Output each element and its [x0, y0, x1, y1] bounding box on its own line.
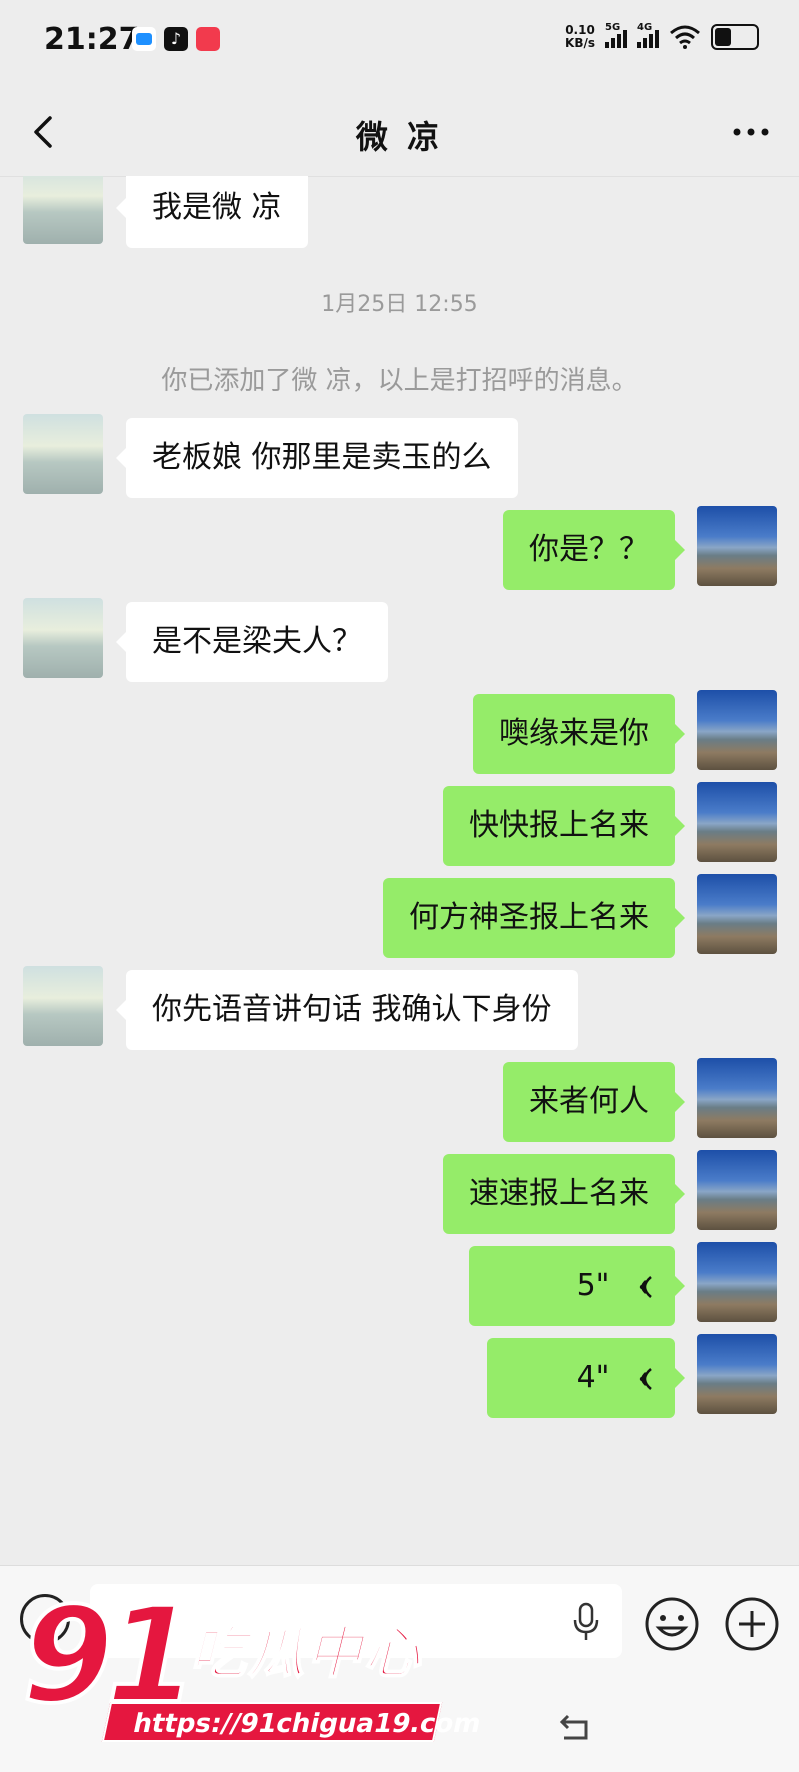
net-speed: 0.10 KB/s [565, 24, 595, 50]
signal-5g-icon: 5G [605, 22, 627, 48]
voice-message-bubble[interactable]: 5" [469, 1246, 685, 1326]
message-list[interactable]: 我是微 凉 1月25日 12:55 你已添加了微 凉，以上是打招呼的消息。 老板… [0, 176, 799, 1565]
status-bar: 21:27 ♪ 0.10 KB/s 5G 4G [0, 0, 799, 90]
status-indicators: 0.10 KB/s 5G 4G [565, 22, 759, 50]
message-row: 你是？？ [0, 506, 799, 594]
signal-4g-icon: 4G [637, 22, 659, 48]
contact-avatar[interactable] [23, 414, 103, 494]
contact-avatar[interactable] [23, 598, 103, 678]
net-speed-unit: KB/s [565, 36, 595, 50]
wifi-icon [670, 25, 700, 49]
message-bubble[interactable]: 速速报上名来 [443, 1154, 685, 1234]
system-notice: 你已添加了微 凉，以上是打招呼的消息。 [161, 366, 638, 396]
my-avatar[interactable] [697, 1334, 777, 1414]
my-avatar[interactable] [697, 782, 777, 862]
cloud-app-icon [132, 27, 156, 51]
message-row: 噢缘来是你 [0, 690, 799, 778]
message-bubble[interactable]: 你先语音讲句话 我确认下身份 [116, 970, 578, 1050]
watermark-logo: 91 吃瓜中心 https://91chigua19.com [20, 1588, 484, 1750]
message-row: 来者何人 [0, 1058, 799, 1146]
chat-header: 微 凉 [0, 90, 799, 177]
message-row: 你先语音讲句话 我确认下身份 [0, 966, 799, 1054]
voice-wave-icon [639, 1275, 652, 1298]
message-bubble[interactable]: 老板娘 你那里是卖玉的么 [116, 418, 518, 498]
message-row: 我是微 凉 [0, 176, 799, 252]
more-icon[interactable] [729, 112, 773, 152]
message-row: 何方神圣报上名来 [0, 874, 799, 962]
message-row: 是不是梁夫人？ [0, 598, 799, 686]
voice-wave-icon [639, 1367, 652, 1390]
message-row: 速速报上名来 [0, 1150, 799, 1238]
battery-icon [711, 24, 759, 50]
message-row: 快快报上名来 [0, 782, 799, 870]
timestamp: 1月25日 12:55 [321, 292, 478, 317]
tiktok-icon: ♪ [164, 27, 188, 51]
message-bubble[interactable]: 你是？？ [503, 510, 685, 590]
my-avatar[interactable] [697, 874, 777, 954]
mic-icon[interactable] [572, 1602, 600, 1642]
voice-message-bubble[interactable]: 4" [487, 1338, 685, 1418]
status-app-icons: ♪ [132, 27, 220, 51]
message-bubble[interactable]: 快快报上名来 [443, 786, 685, 866]
my-avatar[interactable] [697, 690, 777, 770]
plus-icon[interactable] [724, 1596, 780, 1652]
message-row: 5" [0, 1242, 799, 1330]
voice-duration: 4" [576, 1360, 610, 1395]
contact-avatar[interactable] [23, 966, 103, 1046]
my-avatar[interactable] [697, 1058, 777, 1138]
watermark-url: https://91chigua19.com [101, 1702, 484, 1742]
voice-duration: 5" [576, 1268, 610, 1303]
message-bubble[interactable]: 是不是梁夫人？ [116, 602, 388, 682]
message-bubble[interactable]: 来者何人 [503, 1062, 685, 1142]
signal-4g-label: 4G [637, 22, 653, 33]
red-app-icon [196, 27, 220, 51]
message-bubble[interactable]: 噢缘来是你 [473, 694, 685, 774]
system-back-icon[interactable] [556, 1706, 596, 1746]
message-row: 老板娘 你那里是卖玉的么 [0, 414, 799, 502]
my-avatar[interactable] [697, 1150, 777, 1230]
watermark-name: 吃瓜中心 [189, 1620, 422, 1687]
chat-title: 微 凉 [355, 118, 444, 156]
message-bubble[interactable]: 何方神圣报上名来 [383, 878, 685, 958]
message-row: 4" [0, 1334, 799, 1422]
emoji-icon[interactable] [644, 1596, 700, 1652]
status-time: 21:27 [44, 22, 140, 57]
my-avatar[interactable] [697, 506, 777, 586]
message-bubble[interactable]: 我是微 凉 [116, 176, 308, 248]
my-avatar[interactable] [697, 1242, 777, 1322]
signal-5g-label: 5G [605, 22, 621, 33]
contact-avatar[interactable] [23, 176, 103, 244]
